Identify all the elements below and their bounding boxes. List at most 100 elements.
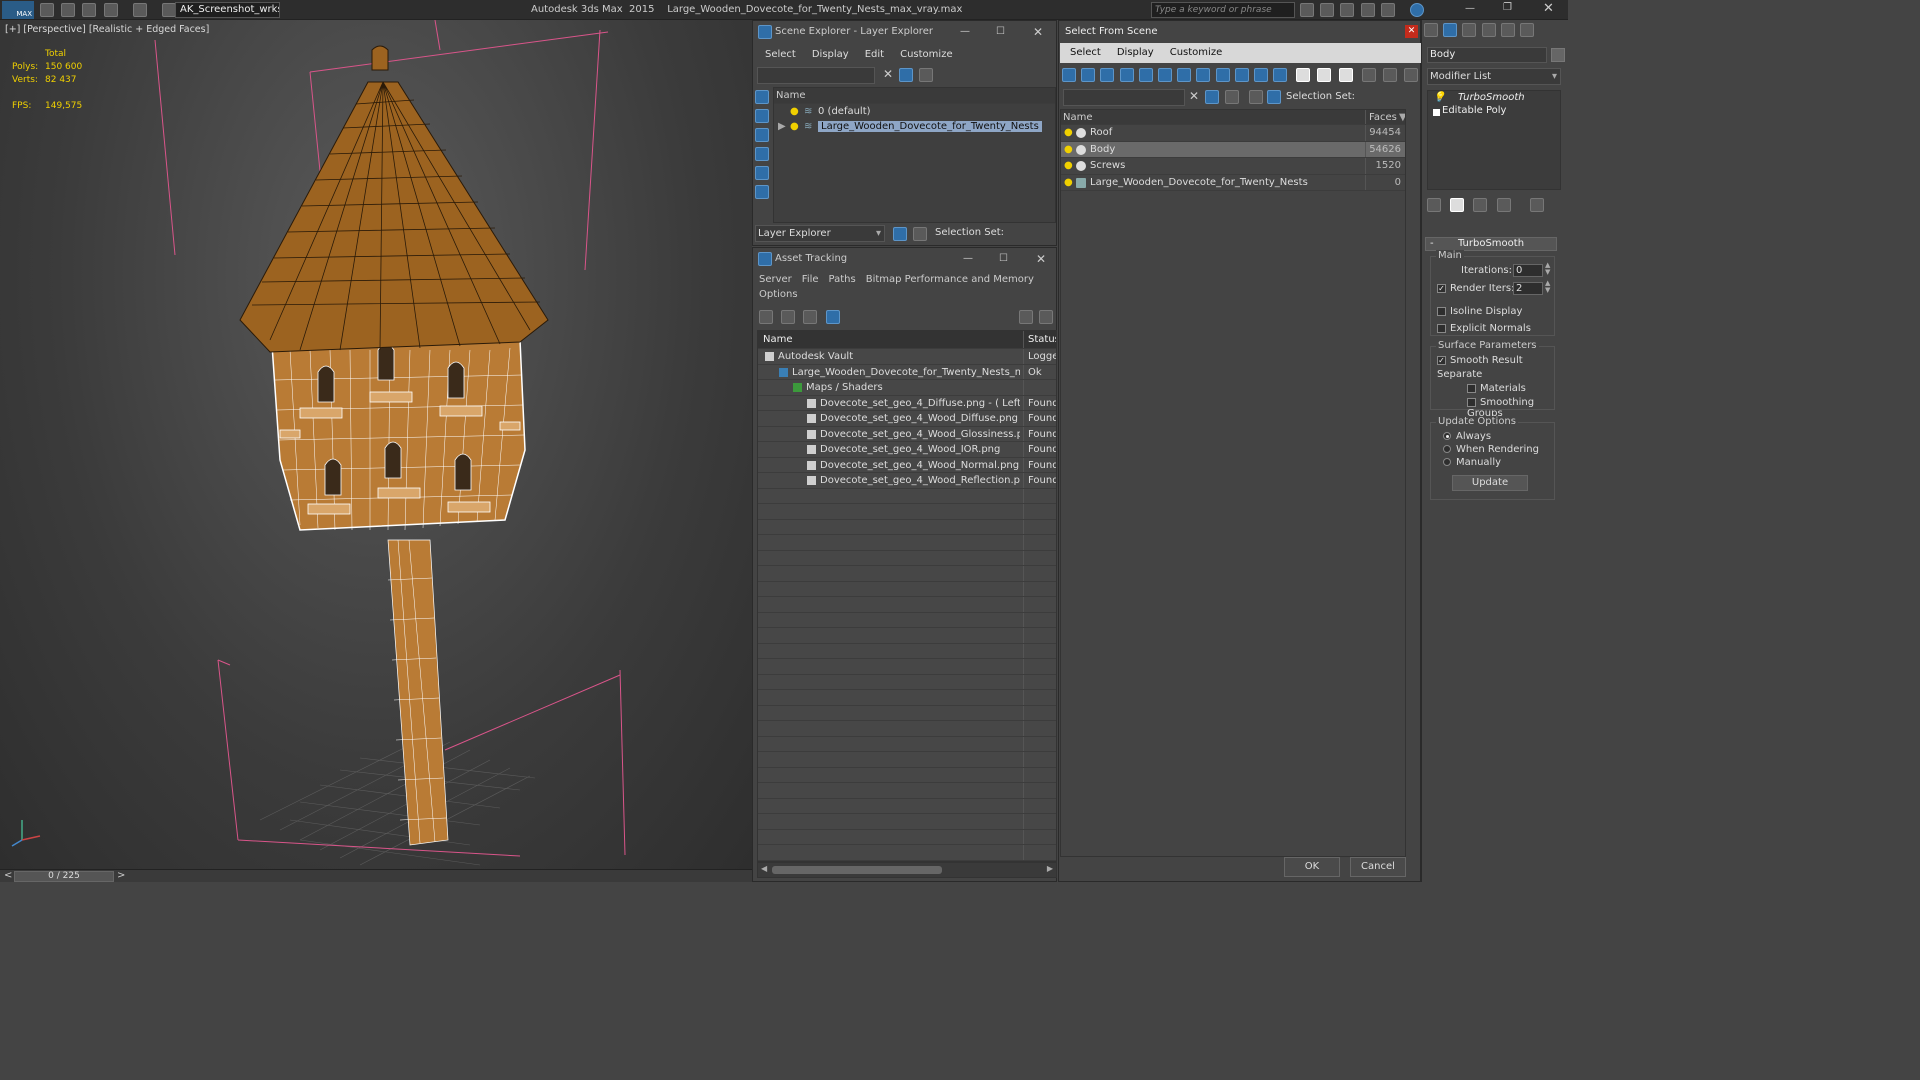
- time-slider-thumb[interactable]: 0 / 225: [14, 871, 114, 882]
- refresh-icon[interactable]: [759, 310, 773, 324]
- lightbulb-icon[interactable]: 💡: [1433, 91, 1445, 104]
- display-containers-icon[interactable]: [1234, 68, 1249, 82]
- scroll-left-icon[interactable]: ◀: [761, 864, 767, 873]
- column-status[interactable]: Status: [1028, 331, 1056, 348]
- workspace-dropdown[interactable]: AK_Screenshot_wrksp: [175, 2, 280, 18]
- asset-tracking-titlebar[interactable]: Asset Tracking — ☐ ✕: [753, 248, 1056, 270]
- display-helpers-icon[interactable]: [755, 185, 769, 199]
- ok-button[interactable]: OK: [1284, 857, 1340, 877]
- display-hidden-icon[interactable]: [1273, 68, 1288, 82]
- thumbnail-view-icon[interactable]: [803, 310, 818, 324]
- column-name[interactable]: Name: [1063, 110, 1093, 124]
- scroll-right-icon[interactable]: ▶: [1047, 864, 1053, 873]
- object-row[interactable]: ● Large_Wooden_Dovecote_for_Twenty_Nests 0: [1061, 174, 1405, 191]
- scrollbar-thumb[interactable]: [772, 866, 942, 874]
- display-shapes-icon[interactable]: [1081, 68, 1096, 82]
- spinner-arrows-icon[interactable]: ▲ ▼: [1545, 280, 1550, 294]
- turbosmooth-rollout-header[interactable]: - TurboSmooth: [1425, 237, 1557, 251]
- lightbulb-icon[interactable]: ●: [790, 104, 799, 120]
- menu-display[interactable]: Display: [812, 49, 849, 60]
- lightbulb-icon[interactable]: ●: [1064, 125, 1073, 141]
- display-spacewarps-icon[interactable]: [1157, 68, 1172, 82]
- new-file-icon[interactable]: [40, 3, 54, 17]
- materials-checkbox[interactable]: Materials: [1467, 383, 1526, 394]
- modifier-list-dropdown[interactable]: Modifier List ▾: [1427, 68, 1561, 85]
- menu-server[interactable]: Server: [759, 274, 792, 285]
- display-lights-icon[interactable]: [755, 147, 769, 161]
- maximize-button[interactable]: ❐: [1503, 2, 1512, 13]
- make-unique-icon[interactable]: [1473, 198, 1488, 212]
- menu-file[interactable]: File: [802, 274, 819, 285]
- open-file-icon[interactable]: [61, 3, 76, 17]
- lightbulb-icon[interactable]: ●: [790, 119, 799, 135]
- asset-row[interactable]: Autodesk Vault Logged: [758, 349, 1056, 365]
- asset-row[interactable]: Dovecote_set_geo_4_Diffuse.png - ( Left …: [758, 395, 1056, 411]
- maximize-button[interactable]: ☐: [996, 21, 1005, 43]
- display-invert-icon[interactable]: [1338, 68, 1353, 82]
- expand-arrow-icon[interactable]: ▶: [778, 119, 786, 135]
- menu-select[interactable]: Select: [1070, 47, 1101, 58]
- close-button[interactable]: ✕: [1033, 21, 1043, 43]
- perspective-viewport[interactable]: [+] [Perspective] [Realistic + Edged Fac…: [0, 20, 752, 869]
- menu-customize[interactable]: Customize: [1170, 47, 1223, 58]
- layer-row[interactable]: ● ≋ 0 (default): [774, 104, 1055, 120]
- smooth-result-checkbox[interactable]: ✓ Smooth Result: [1437, 355, 1523, 366]
- close-x-icon[interactable]: [1380, 3, 1395, 17]
- object-row[interactable]: ● Body 54626: [1061, 141, 1405, 158]
- display-groups-icon[interactable]: [1177, 68, 1192, 82]
- asset-row[interactable]: Dovecote_set_geo_4_Wood_Glossiness.png Fo…: [758, 426, 1056, 442]
- minimize-button[interactable]: —: [960, 21, 970, 43]
- favorites-icon[interactable]: [1360, 3, 1375, 17]
- display-all-icon[interactable]: [1296, 68, 1311, 82]
- help-icon[interactable]: [1409, 3, 1424, 17]
- menu-paths[interactable]: Paths: [829, 274, 856, 285]
- when-rendering-radio[interactable]: When Rendering: [1443, 444, 1539, 455]
- stack-item-editable-poly[interactable]: Editable Poly: [1428, 104, 1560, 117]
- settings-icon[interactable]: [1039, 310, 1053, 324]
- update-button[interactable]: Update: [1452, 475, 1528, 491]
- menu-display[interactable]: Display: [1117, 47, 1154, 58]
- minimize-button[interactable]: —: [1465, 3, 1475, 14]
- display-none-icon[interactable]: [1317, 68, 1332, 82]
- select-search-input[interactable]: [1063, 89, 1185, 106]
- display-none-icon[interactable]: [755, 90, 769, 104]
- configure-sets-icon[interactable]: [1529, 198, 1544, 212]
- display-bones-icon[interactable]: [1215, 68, 1230, 82]
- redo-icon[interactable]: [132, 3, 147, 17]
- lightbulb-icon[interactable]: ●: [1064, 175, 1073, 191]
- column-name[interactable]: Name: [776, 90, 806, 101]
- display-cameras-icon[interactable]: [1119, 68, 1134, 82]
- menu-bitmap-performance[interactable]: Bitmap Performance and Memory: [866, 274, 1034, 285]
- clear-search-icon[interactable]: ✕: [1189, 89, 1199, 103]
- asset-row[interactable]: Dovecote_set_geo_4_Wood_IOR.png Found: [758, 442, 1056, 458]
- display-shapes-icon[interactable]: [755, 128, 769, 142]
- object-name-field[interactable]: Body: [1427, 47, 1547, 63]
- collapse-icon[interactable]: -: [1430, 238, 1434, 250]
- layer-options-icon[interactable]: [1225, 90, 1239, 104]
- layer-icon[interactable]: [1249, 90, 1263, 104]
- isoline-display-checkbox[interactable]: Isoline Display: [1437, 306, 1522, 317]
- display-geometry-icon[interactable]: [755, 109, 769, 123]
- display-tab-icon[interactable]: [1500, 23, 1515, 37]
- hierarchy-icon[interactable]: [913, 227, 927, 241]
- filter-icon[interactable]: [1205, 90, 1219, 104]
- select-from-scene-titlebar[interactable]: Select From Scene ✕: [1059, 21, 1420, 43]
- lightbulb-icon[interactable]: ●: [1064, 158, 1073, 174]
- save-file-icon[interactable]: [82, 3, 97, 17]
- menu-options[interactable]: Options: [759, 289, 798, 300]
- cancel-button[interactable]: Cancel: [1350, 857, 1406, 877]
- time-prev-button[interactable]: <: [4, 870, 12, 881]
- viewport-label[interactable]: [+] [Perspective] [Realistic + Edged Fac…: [5, 24, 209, 35]
- tools-icon[interactable]: [1320, 3, 1335, 17]
- hierarchy-icon[interactable]: [1383, 68, 1397, 82]
- asset-row[interactable]: Large_Wooden_Dovecote_for_Twenty_Nests_m…: [758, 364, 1056, 380]
- display-geometry-icon[interactable]: [1062, 68, 1076, 82]
- undo-icon[interactable]: [103, 3, 118, 17]
- clear-search-icon[interactable]: ✕: [883, 67, 893, 81]
- layer-options-icon[interactable]: [919, 68, 933, 82]
- motion-tab-icon[interactable]: [1481, 23, 1496, 37]
- remove-modifier-icon[interactable]: [1496, 198, 1511, 212]
- column-name[interactable]: Name: [763, 331, 793, 348]
- spinner-arrows-icon[interactable]: ▲ ▼: [1545, 262, 1550, 276]
- binoculars-icon[interactable]: [1300, 3, 1314, 17]
